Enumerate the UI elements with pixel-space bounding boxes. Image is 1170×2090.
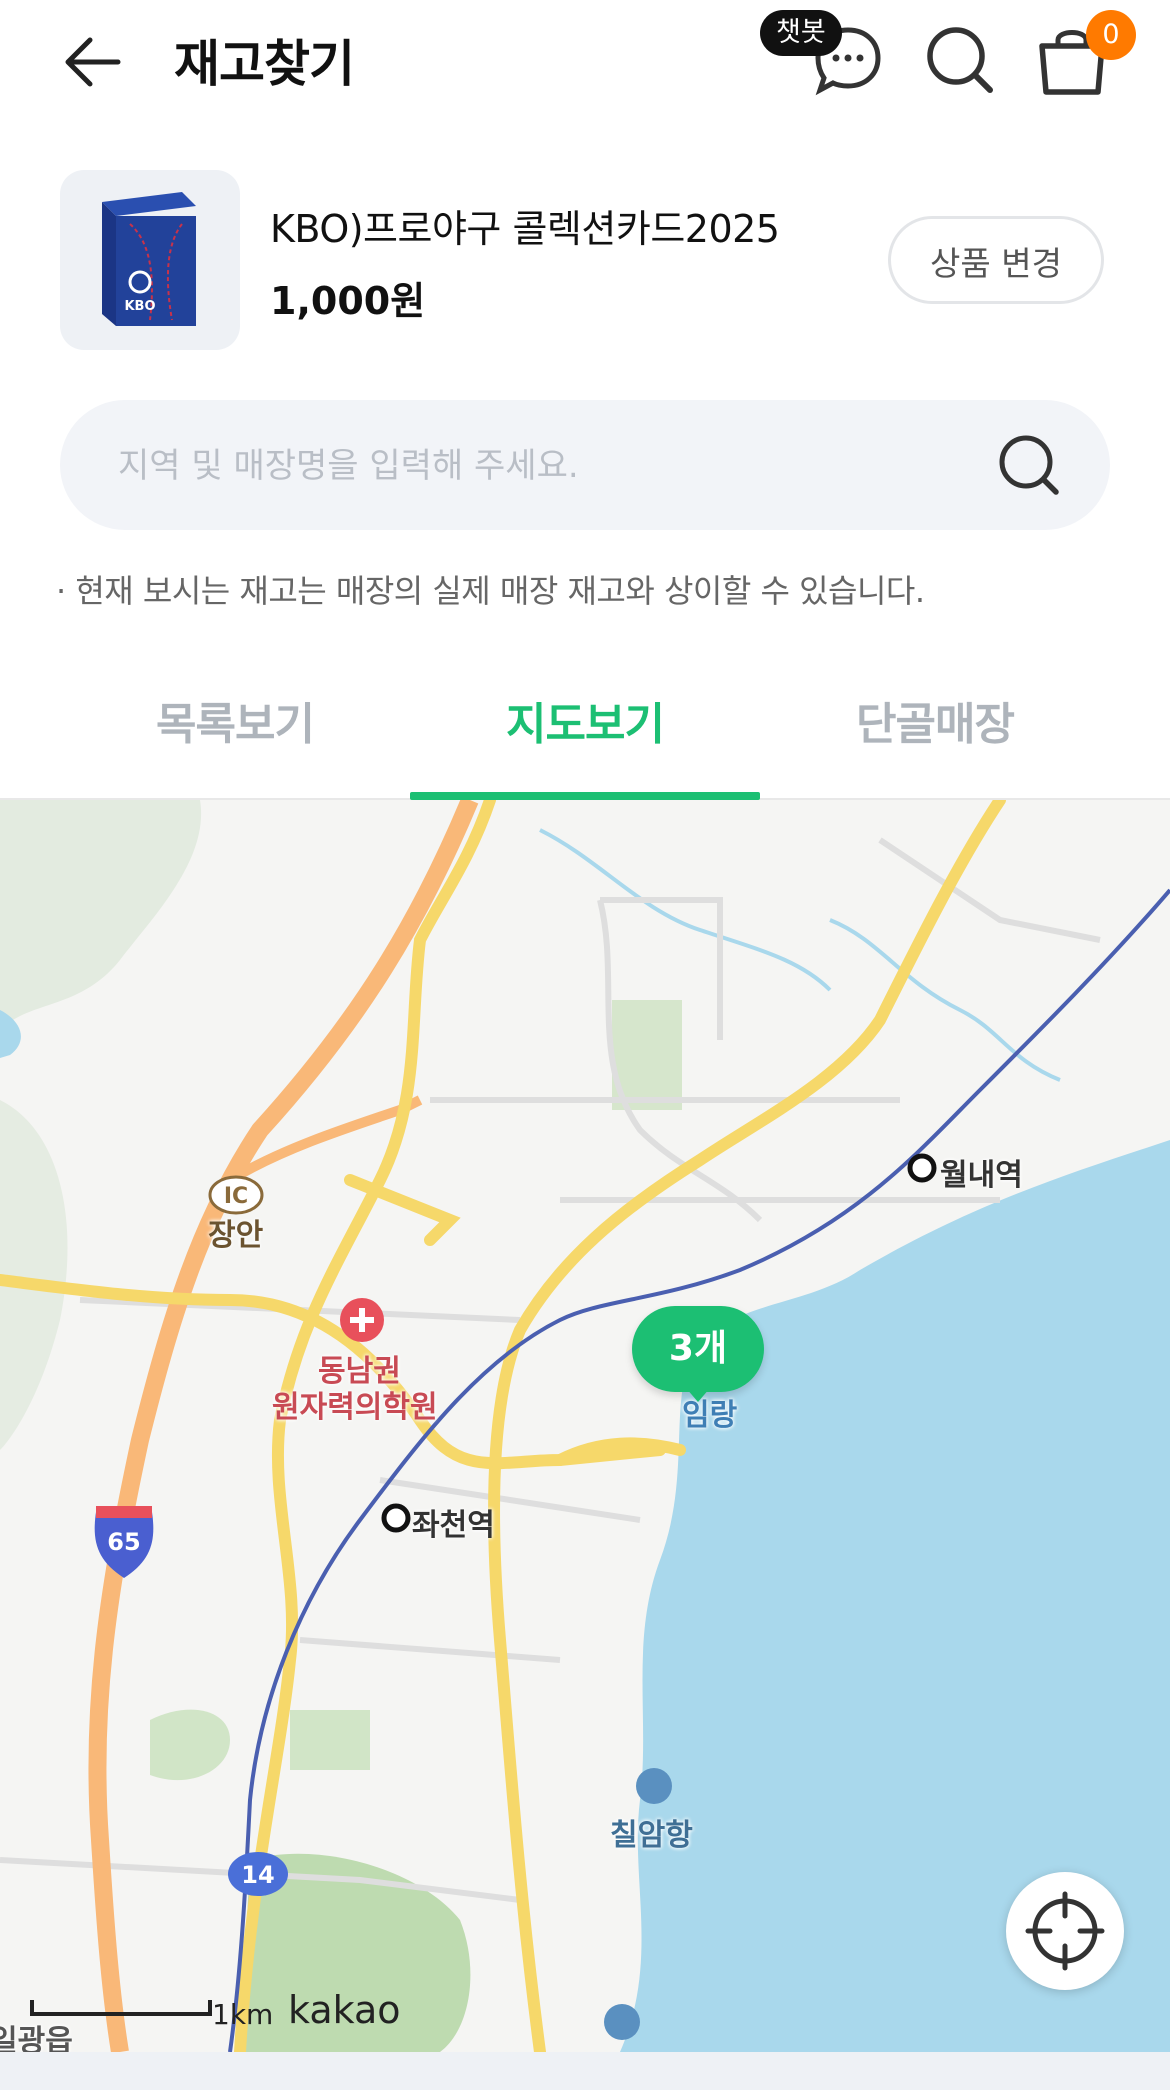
map-label-chiram-port: 칠암항 — [610, 1818, 693, 1853]
ic-label: IC — [224, 1184, 248, 1209]
back-arrow-icon[interactable] — [60, 22, 140, 102]
map-label-jwacheon-station: 좌천역 — [412, 1508, 495, 1543]
bottom-safe-area — [0, 2052, 1170, 2090]
store-cluster-marker[interactable]: 3개 — [632, 1306, 764, 1402]
store-map[interactable]: 65 14 IC 장안 동남권 원자력의학원 좌천역 월내역 임랑 칠암항 일광… — [0, 800, 1170, 2052]
product-thumbnail: KBO — [60, 170, 240, 350]
map-provider-logo: kakao — [288, 1988, 401, 2032]
current-location-button[interactable] — [1006, 1872, 1124, 1990]
map-scale-label: 1km — [212, 1998, 274, 2031]
chatbot-badge[interactable]: 챗봇 — [760, 10, 842, 56]
product-name: KBO)프로야구 콜렉션카드2025 — [270, 207, 780, 251]
search-icon[interactable] — [920, 20, 1000, 100]
store-search-input[interactable] — [116, 400, 980, 532]
view-tabs: 목록보기 지도보기 단골매장 — [0, 660, 1170, 800]
app-header: 재고찾기 챗봇 0 — [0, 0, 1170, 120]
store-search-bar — [60, 400, 1110, 532]
product-price: 1,000원 — [270, 279, 426, 323]
highway-65-label: 65 — [107, 1528, 140, 1556]
page-title: 재고찾기 — [174, 35, 355, 93]
map-label-wollae-station: 월내역 — [940, 1158, 1023, 1193]
change-product-button[interactable]: 상품 변경 — [888, 216, 1104, 304]
map-scale-bar — [30, 2000, 212, 2016]
search-icon[interactable] — [990, 425, 1070, 505]
active-tab-indicator — [410, 792, 760, 800]
map-label-bottom-left: 일광읍 — [0, 2024, 73, 2052]
product-thumb-text: KBO — [124, 299, 155, 314]
tab-map-view[interactable]: 지도보기 — [410, 660, 760, 798]
tab-favorite-stores[interactable]: 단골매장 — [760, 660, 1110, 798]
cart-count-badge: 0 — [1086, 10, 1136, 60]
crosshair-icon — [1025, 1891, 1105, 1971]
map-label-jangan: 장안 — [208, 1218, 264, 1253]
stock-notice: · 현재 보시는 재고는 매장의 실제 매장 재고와 상이할 수 있습니다. — [56, 572, 925, 610]
map-label-hospital-line2: 원자력의학원 — [272, 1390, 438, 1425]
route-14-label: 14 — [241, 1861, 274, 1889]
tab-list-view[interactable]: 목록보기 — [60, 660, 410, 798]
